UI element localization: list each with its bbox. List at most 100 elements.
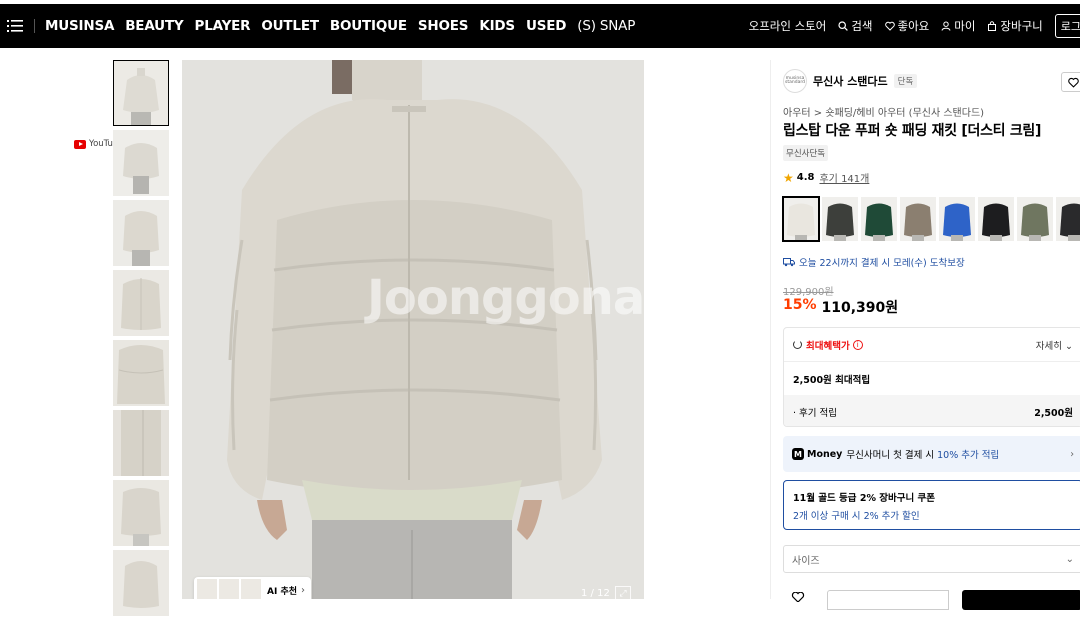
expand-icon[interactable]: ⤢: [615, 586, 631, 599]
buy-button[interactable]: [962, 590, 1080, 610]
review-points-label: · 후기 적립: [793, 407, 838, 419]
nav-divider: [34, 19, 35, 33]
original-price: 129,900원: [783, 287, 834, 298]
product-title: 립스탑 다운 푸퍼 숏 패딩 재킷 [더스티 크림]: [783, 123, 1042, 139]
user-icon: [941, 21, 951, 31]
rating-row: ★ 4.8 후기 141개: [783, 170, 869, 186]
delivery-text: 오늘 22시까지 결제 시 모레(수) 도착보장: [799, 258, 965, 269]
exclusive-tag: 무신사단독: [783, 145, 829, 161]
ai-preview-image: [219, 579, 239, 599]
money-highlight: 10% 추가 적립: [937, 450, 1000, 461]
search-icon: [838, 21, 849, 31]
exclusive-badge: 단독: [893, 74, 918, 88]
quantity-box[interactable]: [827, 590, 949, 610]
color-swatch-1[interactable]: [782, 196, 820, 242]
like-link[interactable]: 좋아요: [884, 18, 930, 34]
breadcrumb[interactable]: 아우터 > 숏패딩/헤비 아우터 (무신사 스탠다드): [783, 104, 984, 119]
thumbnail-2[interactable]: [113, 130, 169, 196]
benefit-detail-link[interactable]: 자세히 ⌄: [1036, 338, 1073, 352]
menu-icon[interactable]: [0, 4, 30, 48]
thumbnail-5[interactable]: [113, 340, 169, 406]
my-label: 마이: [954, 19, 976, 33]
detail-label: 자세히: [1035, 340, 1062, 352]
nav-item-beauty[interactable]: BEAUTY: [125, 18, 183, 34]
top-bar: MUSINSA BEAUTY PLAYER OUTLET BOUTIQUE SH…: [0, 0, 1080, 50]
money-text: 무신사머니 첫 결제 시: [846, 450, 935, 461]
chevron-down-icon: ⌄: [1065, 340, 1073, 352]
my-link[interactable]: 마이: [941, 18, 975, 34]
login-button[interactable]: 로그: [1054, 14, 1080, 38]
nav-item-musinsa[interactable]: MUSINSA: [45, 18, 114, 34]
cart-label: 장바구니: [1000, 19, 1043, 33]
brand-name[interactable]: 무신사 스탠다드: [813, 73, 888, 89]
benefit-header[interactable]: 최대혜택가 i 자세히 ⌄: [784, 328, 1080, 362]
heart-icon: [884, 21, 895, 31]
offline-store-link[interactable]: 오프라인 스토어: [749, 18, 827, 34]
rating-value: 4.8: [796, 172, 815, 183]
price-row: 15% 110,390원: [783, 297, 898, 317]
review-count-link[interactable]: 후기 141개: [819, 170, 869, 185]
nav-item-kids[interactable]: KIDS: [479, 18, 515, 34]
heart-icon: [1067, 77, 1079, 88]
coupon-box[interactable]: 11월 골드 등급 2% 장바구니 쿠폰 2개 이상 구매 시 2% 추가 할인: [783, 480, 1080, 530]
like-label: 좋아요: [897, 19, 930, 33]
ai-preview-image: [197, 579, 217, 599]
size-select[interactable]: 사이즈 ⌄: [783, 545, 1080, 573]
coupon-subtitle: 2개 이상 구매 시 2% 추가 할인: [793, 511, 920, 522]
loading-icon: [793, 340, 802, 349]
thumbnail-6[interactable]: [113, 410, 169, 476]
color-swatch-7[interactable]: [1017, 197, 1053, 241]
info-icon[interactable]: i: [852, 339, 863, 350]
heart-icon[interactable]: [791, 592, 805, 602]
color-swatch-5[interactable]: [939, 197, 975, 241]
delivery-info: 오늘 22시까지 결제 시 모레(수) 도착보장: [783, 255, 965, 269]
main-product-image[interactable]: Joonggonara AI 추천 › 1 / 12 ⤢: [182, 60, 644, 599]
sale-price: 110,390원: [821, 300, 899, 316]
thumbnail-1[interactable]: [113, 60, 169, 126]
nav-item-outlet[interactable]: OUTLET: [261, 18, 319, 34]
nav-item-boutique[interactable]: BOUTIQUE: [330, 18, 407, 34]
review-points-amount: 2,500원: [1034, 407, 1073, 419]
benefit-box: 최대혜택가 i 자세히 ⌄ 2,500원 최대적립 · 후기 적립 2,500원: [783, 327, 1080, 427]
size-placeholder: 사이즈: [792, 555, 820, 567]
thumbnail-8[interactable]: [113, 550, 169, 616]
color-options: [782, 196, 1080, 242]
jacket-photo: [182, 60, 644, 599]
search-link[interactable]: 검색: [838, 18, 873, 34]
nav-item-player[interactable]: PLAYER: [195, 18, 251, 34]
color-swatch-6[interactable]: [978, 197, 1014, 241]
ai-recommend-button[interactable]: AI 추천 ›: [194, 577, 312, 599]
review-points-row: · 후기 적립 2,500원: [784, 395, 1080, 426]
thumbnail-3[interactable]: [113, 200, 169, 266]
money-brand: Money: [807, 448, 843, 460]
ai-recommend-label: AI 추천: [267, 586, 298, 597]
money-logo-icon: M: [792, 448, 804, 460]
wishlist-button[interactable]: [1061, 72, 1080, 92]
cart-icon: [988, 21, 997, 31]
thumbnail-4[interactable]: [113, 270, 169, 336]
chevron-right-icon: ›: [1070, 448, 1074, 460]
max-benefit-label: 최대혜택가: [806, 340, 850, 352]
watermark-text: Joonggonara: [367, 270, 644, 326]
nav-item-shoes[interactable]: SHOES: [418, 18, 469, 34]
color-swatch-8[interactable]: [1056, 197, 1080, 241]
discount-rate: 15%: [783, 297, 817, 313]
color-swatch-4[interactable]: [900, 197, 936, 241]
brand-logo: musinsa standard: [783, 69, 807, 93]
nav-item-used[interactable]: USED: [526, 18, 567, 34]
nav-item-snap[interactable]: (S) SNAP: [577, 18, 635, 34]
star-icon: ★: [783, 170, 794, 185]
chevron-right-icon: ›: [301, 584, 306, 596]
color-swatch-2[interactable]: [822, 197, 858, 241]
color-swatch-3[interactable]: [861, 197, 897, 241]
search-label: 검색: [851, 19, 873, 33]
musinsa-money-banner[interactable]: M Money 무신사머니 첫 결제 시 10% 추가 적립 ›: [783, 436, 1080, 472]
truck-icon: [783, 258, 795, 267]
brand-row[interactable]: musinsa standard 무신사 스탠다드 단독: [783, 69, 918, 93]
main-nav: MUSINSA BEAUTY PLAYER OUTLET BOUTIQUE SH…: [0, 4, 1080, 48]
max-points-row: 2,500원 최대적립: [793, 374, 871, 386]
ai-preview-image: [241, 579, 261, 599]
image-counter: 1 / 12: [581, 588, 610, 599]
thumbnail-7[interactable]: [113, 480, 169, 546]
cart-link[interactable]: 장바구니: [987, 18, 1043, 34]
